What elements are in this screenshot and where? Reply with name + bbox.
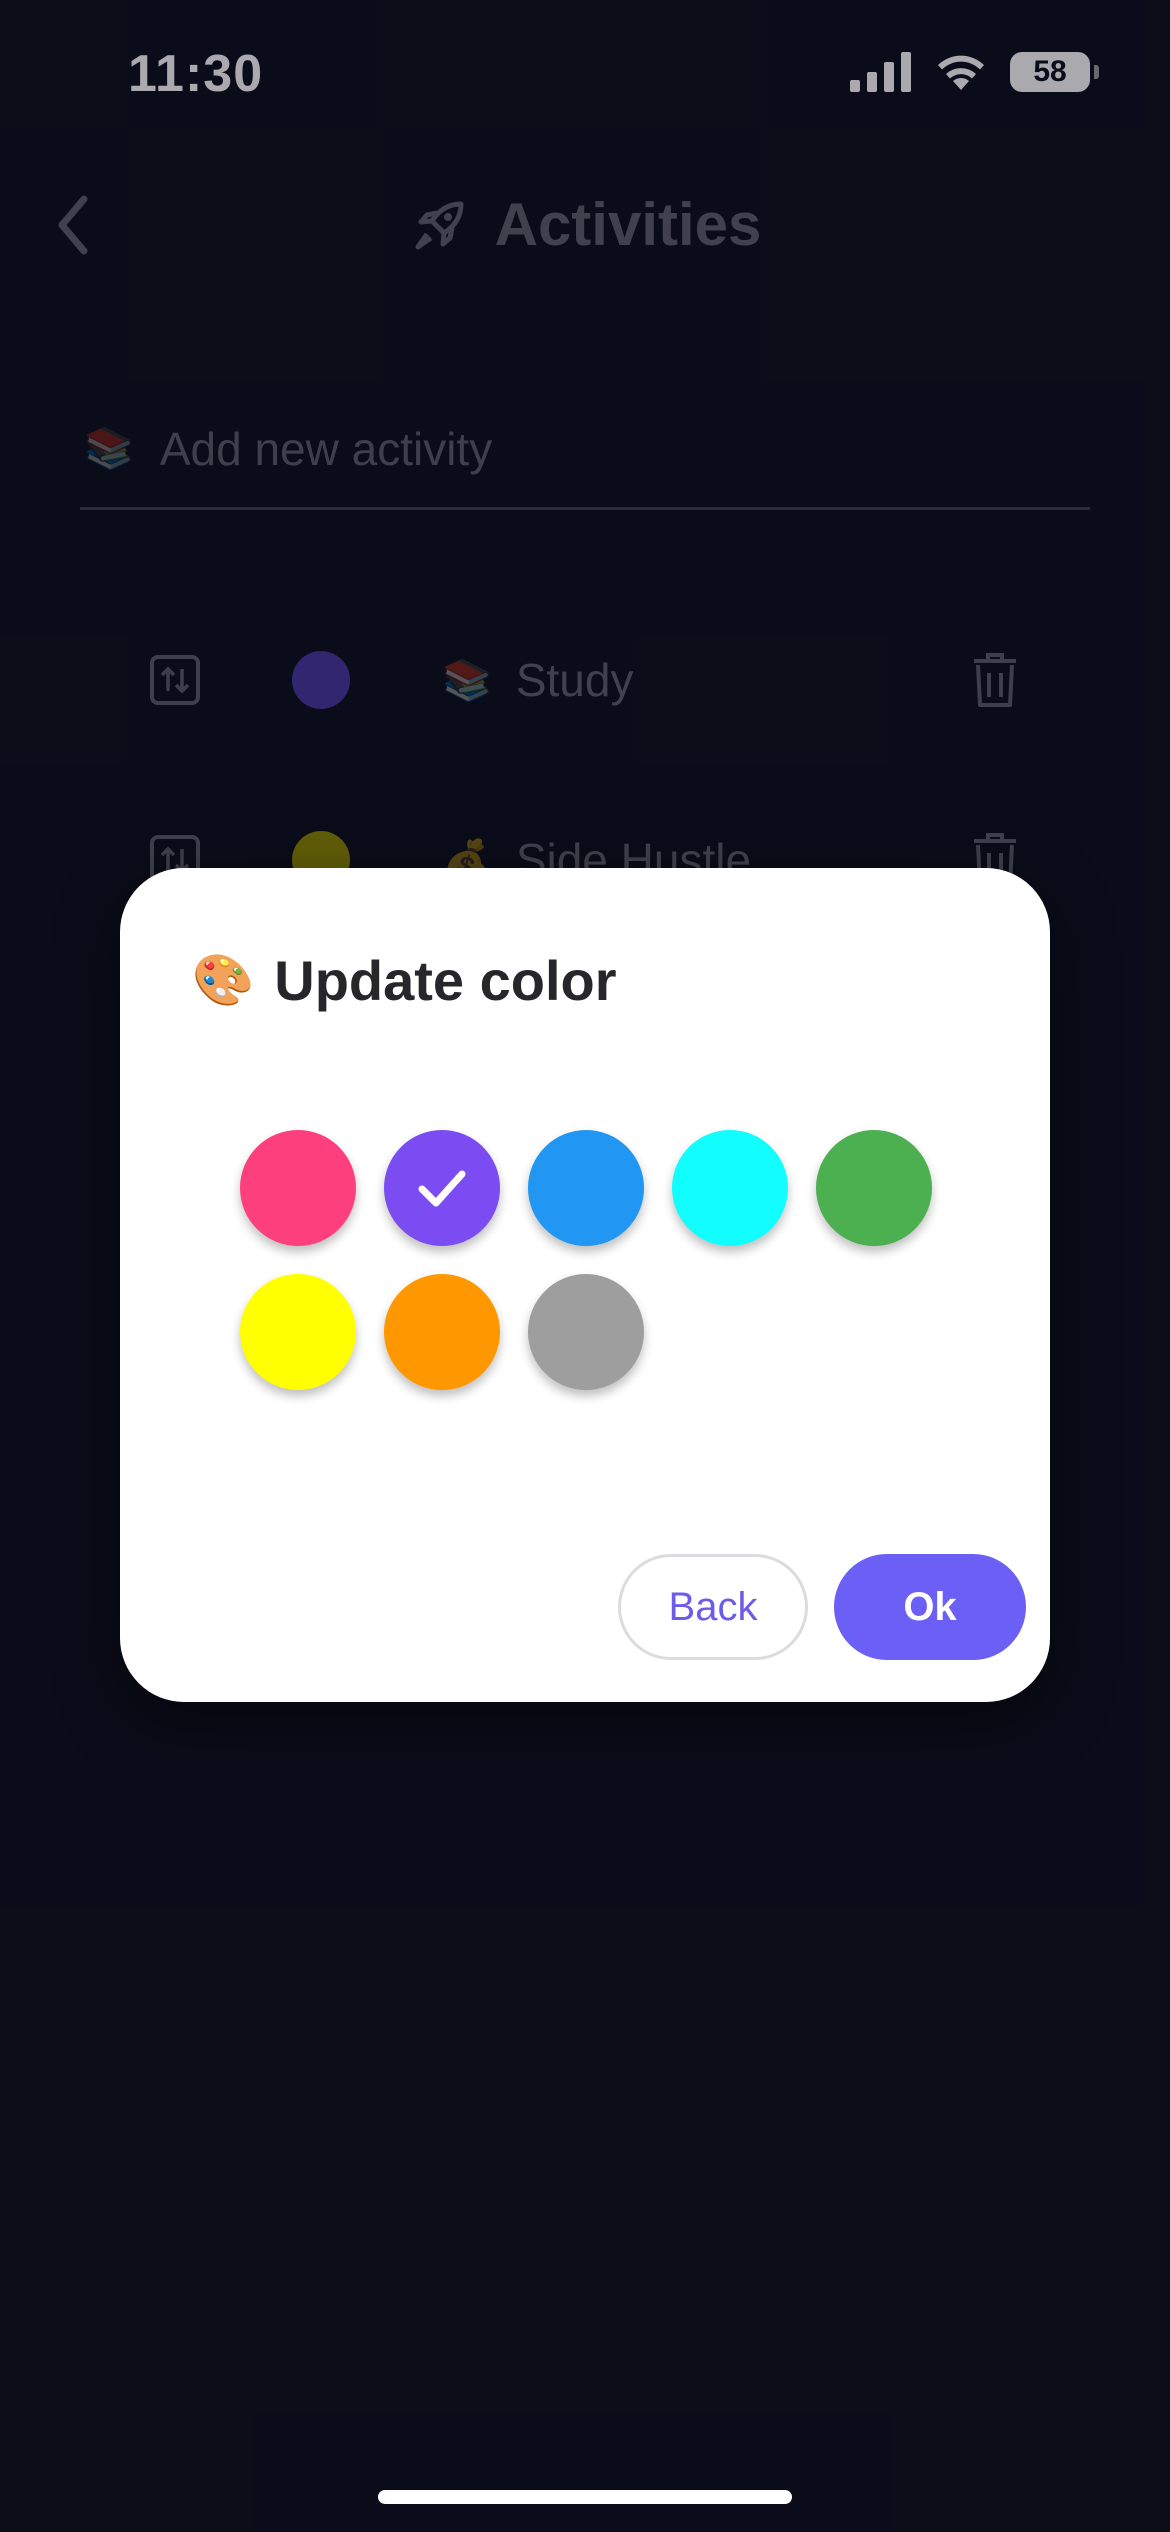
color-swatch[interactable]: [384, 1274, 500, 1390]
screen: 11:30 58 Activities 📚 Add new activity 📚…: [0, 0, 1170, 2532]
color-swatch[interactable]: [528, 1274, 644, 1390]
color-swatch[interactable]: [528, 1130, 644, 1246]
color-swatch[interactable]: [240, 1130, 356, 1246]
checkmark-icon: [418, 1170, 466, 1207]
color-swatch[interactable]: [240, 1274, 356, 1390]
update-color-dialog: 🎨 Update color Back Ok: [120, 868, 1050, 1702]
color-swatch[interactable]: [384, 1130, 500, 1246]
color-swatch[interactable]: [672, 1130, 788, 1246]
dialog-title: 🎨 Update color: [192, 948, 617, 1013]
dialog-title-text: Update color: [274, 949, 617, 1012]
color-swatch-grid: [240, 1130, 960, 1390]
color-swatch[interactable]: [816, 1130, 932, 1246]
dialog-actions: Back Ok: [618, 1554, 1026, 1660]
palette-icon: 🎨: [192, 952, 255, 1008]
ok-button[interactable]: Ok: [834, 1554, 1026, 1660]
home-indicator: [378, 2490, 792, 2504]
back-button[interactable]: Back: [618, 1554, 808, 1660]
